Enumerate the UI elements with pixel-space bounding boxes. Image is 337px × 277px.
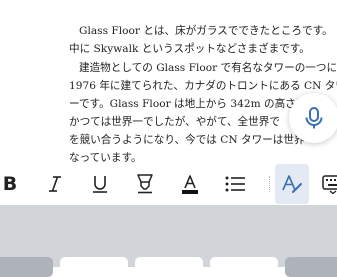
- paragraph-line: 中に Skywalk というスポットなどさまざまです。: [69, 43, 310, 55]
- bold-button[interactable]: B: [0, 163, 28, 205]
- text-color-button[interactable]: [172, 163, 208, 205]
- keyboard-key[interactable]: [285, 257, 337, 277]
- paragraph-line: かつては世界一でしたが、やがて、全世界で: [69, 116, 280, 128]
- paragraph-line: Glass Floor とは、床がガラスでできたところです。: [79, 25, 333, 37]
- underline-icon: [93, 176, 107, 193]
- keyboard-button[interactable]: [315, 163, 337, 205]
- italic-button[interactable]: [37, 163, 73, 205]
- highlighter-icon: [137, 174, 153, 194]
- paragraph-line: ーです。Glass Floor は地上から 342m の高さに: [69, 98, 307, 110]
- keyboard-key[interactable]: [210, 257, 278, 277]
- keyboard-key[interactable]: [60, 257, 128, 277]
- text-format-icon: [282, 175, 302, 193]
- underline-button[interactable]: [82, 163, 118, 205]
- bulleted-list-icon: [225, 176, 245, 192]
- highlight-button[interactable]: [127, 163, 163, 205]
- italic-icon: [49, 176, 61, 192]
- text-color-icon: [182, 175, 198, 194]
- paragraph-line: 1976 年に建てられた、カナダのトロントにある CN タワ: [69, 80, 337, 92]
- keyboard-key[interactable]: [0, 257, 53, 277]
- dictation-button[interactable]: [289, 93, 337, 143]
- keyboard-key[interactable]: [135, 257, 203, 277]
- microphone-icon: [305, 107, 323, 129]
- keyboard-icon: [322, 175, 337, 194]
- toolbar-divider: [269, 176, 271, 192]
- bold-icon: B: [2, 173, 18, 195]
- paragraph-line: 建造物としての Glass Floor で有名なタワーの一つに、: [79, 62, 337, 74]
- bulleted-list-button[interactable]: [217, 163, 253, 205]
- document-body[interactable]: Glass Floor とは、床がガラスでできたところです。 中に Skywal…: [0, 0, 337, 170]
- format-button[interactable]: [275, 164, 309, 204]
- paragraph-line: を競い合うようになり、今では CN タワーは世界: [69, 134, 305, 146]
- on-screen-keyboard: [0, 205, 337, 277]
- formatting-toolbar: B: [0, 163, 337, 205]
